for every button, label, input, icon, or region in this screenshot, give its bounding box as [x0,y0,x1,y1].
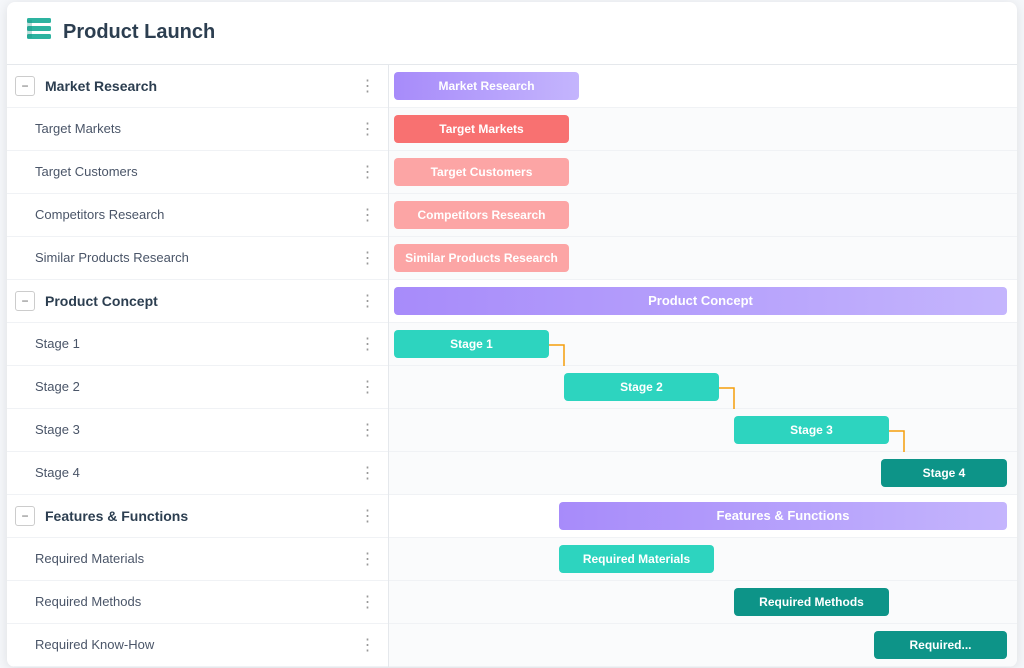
task-label-required-methods: Required Methods [7,594,354,609]
dots-btn-similar-products[interactable] [358,248,378,268]
gantt-chart: Market Research Target Markets Target Cu… [389,65,1017,667]
dots-btn-required-methods[interactable] [358,592,378,612]
group-label-product-concept: Product Concept [35,293,354,309]
task-label-target-markets: Target Markets [7,121,354,136]
gantt-row-stage2: Stage 2 [389,366,1017,409]
task-label-similar-products: Similar Products Research [7,250,354,265]
dots-btn-stage2[interactable] [358,377,378,397]
task-row-target-markets: Target Markets [7,108,388,151]
bar-stage4[interactable]: Stage 4 [881,459,1007,487]
gantt-row-features: Features & Functions [389,495,1017,538]
task-label-target-customers: Target Customers [7,164,354,179]
bar-label-required-methods: Required Methods [759,595,864,609]
task-row-stage2: Stage 2 [7,366,388,409]
task-label-competitors-research: Competitors Research [7,207,354,222]
bar-label-similar-products: Similar Products Research [405,251,558,265]
app-title: Product Launch [63,21,215,44]
group-row-market-research: − Market Research [7,65,388,108]
gantt-rows-container: Market Research Target Markets Target Cu… [389,65,1017,667]
dots-btn-stage1[interactable] [358,334,378,354]
dots-btn-competitors-research[interactable] [358,205,378,225]
task-row-stage3: Stage 3 [7,409,388,452]
bar-label-product-concept: Product Concept [648,293,753,308]
gantt-wrapper: − Market Research Target Markets Target … [7,65,1017,667]
gantt-row-stage3: Stage 3 [389,409,1017,452]
gantt-row-stage1: Stage 1 [389,323,1017,366]
dots-btn-required-materials[interactable] [358,549,378,569]
gantt-row-required-knowhow: Required... [389,624,1017,667]
gantt-row-stage4: Stage 4 [389,452,1017,495]
bar-required-materials[interactable]: Required Materials [559,545,714,573]
app-container: Product Launch − Market Research Target … [7,2,1017,667]
bar-stage1[interactable]: Stage 1 [394,330,549,358]
gantt-row-required-materials: Required Materials [389,538,1017,581]
bar-label-stage1: Stage 1 [450,337,493,351]
dots-btn-stage3[interactable] [358,420,378,440]
app-header: Product Launch [7,2,1017,65]
dots-btn-target-markets[interactable] [358,119,378,139]
bar-market-research[interactable]: Market Research [394,72,579,100]
bar-features[interactable]: Features & Functions [559,502,1007,530]
bar-competitors-research[interactable]: Competitors Research [394,201,569,229]
gantt-row-similar-products: Similar Products Research [389,237,1017,280]
task-label-stage1: Stage 1 [7,336,354,351]
task-row-similar-products: Similar Products Research [7,237,388,280]
task-label-stage4: Stage 4 [7,465,354,480]
task-list: − Market Research Target Markets Target … [7,65,389,667]
task-row-required-methods: Required Methods [7,581,388,624]
task-row-required-knowhow: Required Know-How [7,624,388,667]
collapse-btn-features[interactable]: − [15,506,35,526]
arrow-s3-s4 [884,409,914,452]
bar-label-features: Features & Functions [717,508,850,523]
arrow-s2-s3 [714,366,744,409]
bar-label-target-customers: Target Customers [431,165,533,179]
bar-label-required-knowhow: Required... [909,638,971,652]
gantt-row-competitors-research: Competitors Research [389,194,1017,237]
bar-label-stage3: Stage 3 [790,423,833,437]
collapse-btn-product-concept[interactable]: − [15,291,35,311]
gantt-row-market-research: Market Research [389,65,1017,108]
collapse-btn-market-research[interactable]: − [15,76,35,96]
bar-stage2[interactable]: Stage 2 [564,373,719,401]
bar-label-stage4: Stage 4 [923,466,966,480]
group-label-market-research: Market Research [35,78,354,94]
bar-similar-products[interactable]: Similar Products Research [394,244,569,272]
dots-btn-product-concept[interactable] [358,291,378,311]
bar-label-stage2: Stage 2 [620,380,663,394]
dots-btn-market-research[interactable] [358,76,378,96]
dots-btn-stage4[interactable] [358,463,378,483]
dots-btn-features[interactable] [358,506,378,526]
bar-label-competitors-research: Competitors Research [417,208,545,222]
task-row-stage4: Stage 4 [7,452,388,495]
bar-product-concept[interactable]: Product Concept [394,287,1007,315]
bar-target-customers[interactable]: Target Customers [394,158,569,186]
bar-target-markets[interactable]: Target Markets [394,115,569,143]
gantt-row-required-methods: Required Methods [389,581,1017,624]
task-label-stage2: Stage 2 [7,379,354,394]
bar-required-methods[interactable]: Required Methods [734,588,889,616]
gantt-row-product-concept: Product Concept [389,280,1017,323]
app-icon [25,16,53,50]
group-row-features: − Features & Functions [7,495,388,538]
bar-label-target-markets: Target Markets [439,122,523,136]
group-row-product-concept: − Product Concept [7,280,388,323]
dots-btn-target-customers[interactable] [358,162,378,182]
task-row-competitors-research: Competitors Research [7,194,388,237]
task-label-required-knowhow: Required Know-How [7,637,354,652]
gantt-row-target-customers: Target Customers [389,151,1017,194]
task-row-required-materials: Required Materials [7,538,388,581]
task-row-target-customers: Target Customers [7,151,388,194]
bar-label-market-research: Market Research [438,79,534,93]
bar-required-knowhow[interactable]: Required... [874,631,1007,659]
bar-label-required-materials: Required Materials [583,552,690,566]
arrow-s1-s2 [544,323,574,366]
gantt-row-target-markets: Target Markets [389,108,1017,151]
task-label-required-materials: Required Materials [7,551,354,566]
group-label-features: Features & Functions [35,508,354,524]
bar-stage3[interactable]: Stage 3 [734,416,889,444]
task-label-stage3: Stage 3 [7,422,354,437]
dots-btn-required-knowhow[interactable] [358,635,378,655]
task-row-stage1: Stage 1 [7,323,388,366]
